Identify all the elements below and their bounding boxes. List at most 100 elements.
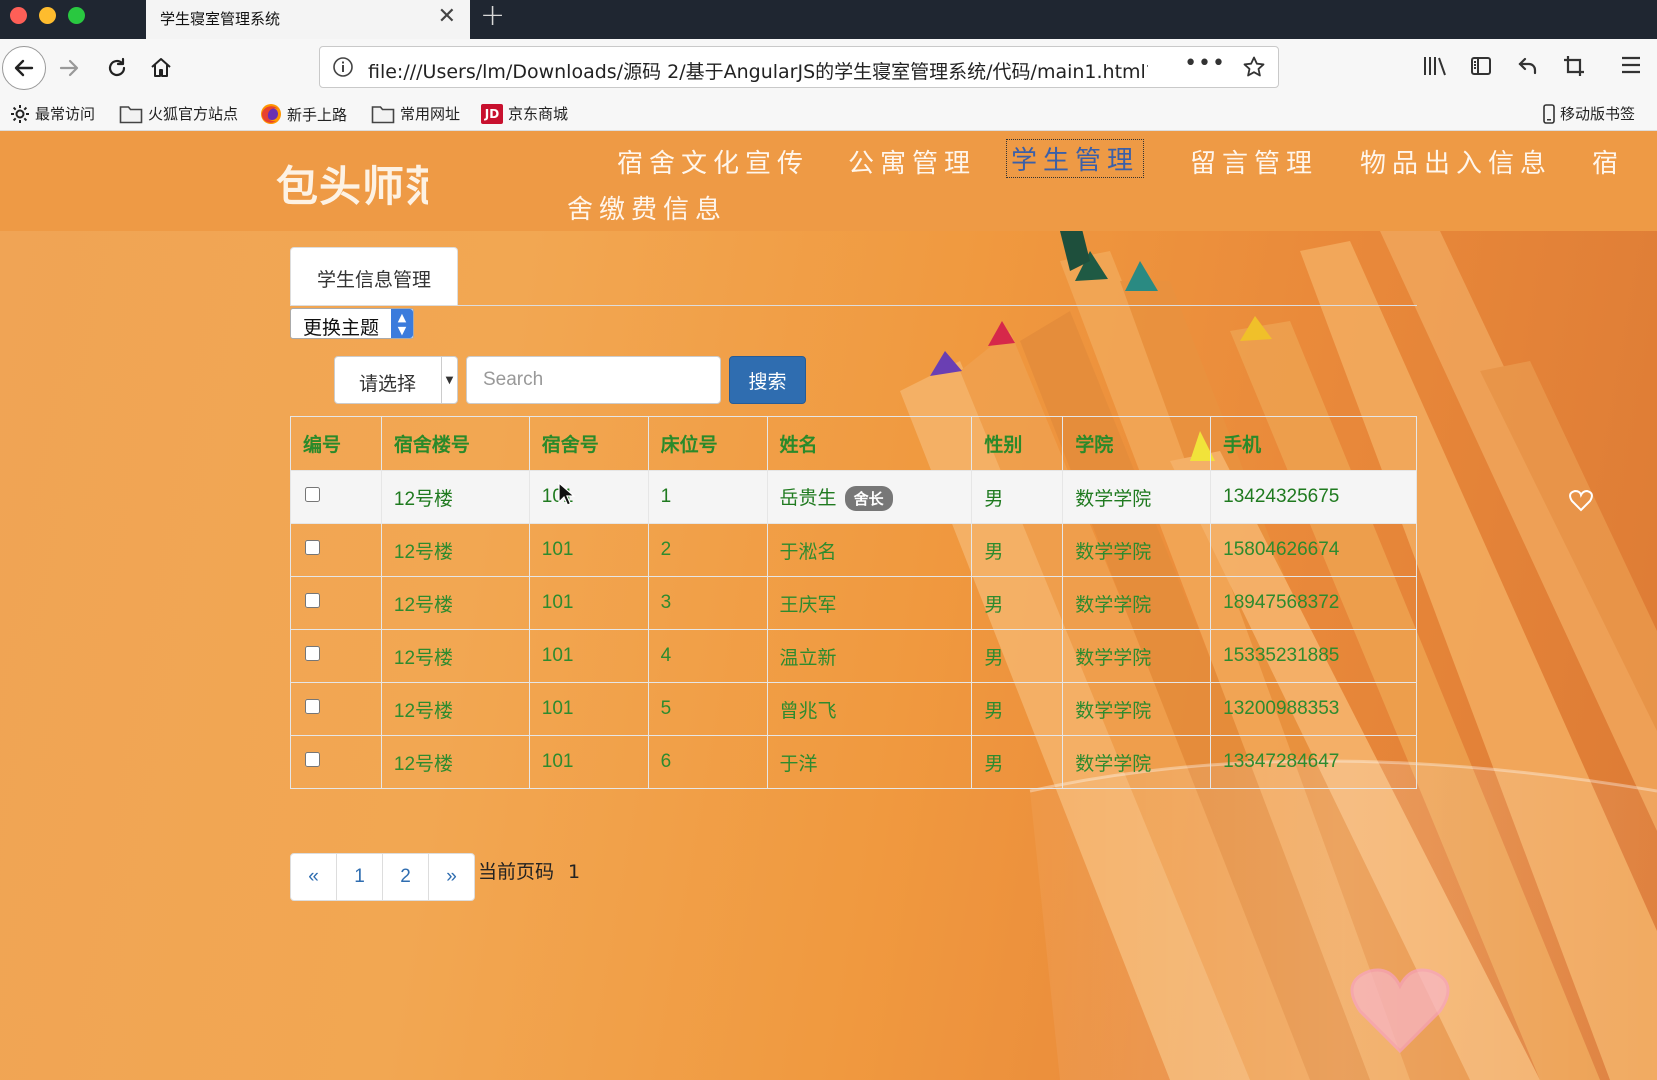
pagination: « 1 2 » [290, 853, 475, 901]
reload-button[interactable] [98, 49, 136, 87]
building-cell: 12号楼 [380, 629, 530, 683]
menu-item-dorm-fees-part1[interactable]: 宿 [1592, 143, 1624, 180]
forward-button[interactable] [50, 49, 88, 87]
mobile-bookmarks[interactable]: 移动版书签 [1543, 103, 1635, 124]
current-page-label: 当前页码 [478, 861, 555, 883]
building-cell: 12号楼 [380, 523, 530, 577]
column-header-id[interactable]: 编号 [290, 416, 382, 471]
browser-tab[interactable]: 学生寝室管理系统 ✕ [146, 0, 470, 39]
new-tab-icon[interactable]: + [480, 0, 505, 33]
tab-student-info-label: 学生信息管理 [316, 269, 431, 291]
site-logo[interactable]: 包头师范 [276, 153, 428, 207]
bookmark-item[interactable]: 常用网址 [371, 103, 460, 124]
undo-icon[interactable] [1516, 54, 1540, 82]
room-cell: 101 [528, 735, 649, 789]
bookmark-item[interactable]: 最常访问 [10, 103, 95, 124]
bed-cell: 1 [647, 470, 768, 524]
column-header-room[interactable]: 宿舍号 [528, 416, 649, 471]
bookmark-item[interactable]: JD 京东商城 [481, 103, 568, 124]
crop-icon[interactable] [1562, 54, 1586, 82]
table-row[interactable]: 12号楼 101 6 于洋 男 数学学院 13347284647 [290, 735, 1417, 789]
bookmark-star-icon[interactable] [1242, 55, 1266, 83]
table-row[interactable]: 12号楼 101 5 曾兆飞 男 数学学院 13200988353 [290, 682, 1417, 736]
pagination-page[interactable]: 1 [336, 853, 383, 901]
table-row[interactable]: 12号楼 101 3 王庆军 男 数学学院 18947568372 [290, 576, 1417, 630]
row-checkbox[interactable] [305, 593, 320, 608]
page-viewport: 包头师范 宿舍文化宣传 公寓管理 学生管理 留言管理 物品出入信息 宿 舍缴费信… [0, 131, 1657, 1080]
pagination-next[interactable]: » [428, 853, 475, 901]
reload-icon [108, 57, 126, 77]
gender-cell: 男 [971, 576, 1064, 630]
bed-cell: 4 [647, 629, 768, 683]
menu-item-goods-in-out[interactable]: 物品出入信息 [1360, 143, 1552, 180]
bookmark-item[interactable]: 新手上路 [260, 103, 347, 125]
more-icon[interactable]: ••• [1184, 51, 1226, 76]
row-checkbox[interactable] [305, 646, 320, 661]
row-checkbox[interactable] [305, 699, 320, 714]
bookmark-item[interactable]: 火狐官方站点 [119, 103, 238, 124]
phone-cell: 13424325675 [1210, 470, 1417, 524]
table-header-row: 编号 宿舍楼号 宿舍号 床位号 姓名 性别 学院 手机 [290, 416, 1417, 471]
menu-icon[interactable] [1620, 54, 1642, 80]
bookmark-label: 最常访问 [35, 105, 96, 123]
college-cell: 数学学院 [1062, 682, 1212, 736]
name-cell: 曾兆飞 [766, 682, 973, 736]
menu-item-apartment[interactable]: 公寓管理 [848, 143, 976, 180]
mouse-cursor-icon [558, 482, 576, 506]
column-header-building[interactable]: 宿舍楼号 [380, 416, 530, 471]
search-button[interactable]: 搜索 [729, 356, 806, 404]
home-button[interactable] [142, 49, 180, 87]
bookmark-label: 常用网址 [400, 105, 461, 123]
row-checkbox[interactable] [305, 540, 320, 555]
menu-item-messages[interactable]: 留言管理 [1190, 143, 1318, 180]
search-input[interactable] [466, 356, 721, 404]
college-cell: 数学学院 [1062, 470, 1212, 524]
table-row[interactable]: 12号楼 101 4 温立新 男 数学学院 15335231885 [290, 629, 1417, 683]
filter-dropdown-label: 请选择 [359, 373, 417, 395]
name-cell: 王庆军 [766, 576, 973, 630]
row-select-cell [290, 682, 382, 736]
sidebar-icon[interactable] [1469, 54, 1493, 82]
tab-student-info[interactable]: 学生信息管理 [290, 247, 458, 306]
current-page-number: 1 [568, 861, 581, 883]
url-bar[interactable]: file:///Users/lm/Downloads/源码 2/基于Angula… [319, 46, 1279, 88]
close-window-button[interactable] [10, 7, 27, 24]
column-header-bed[interactable]: 床位号 [647, 416, 768, 471]
tab-divider [290, 305, 1417, 306]
menu-item-student-management[interactable]: 学生管理 [1006, 139, 1145, 178]
bed-cell: 2 [647, 523, 768, 577]
back-button[interactable] [2, 46, 46, 90]
column-header-name[interactable]: 姓名 [766, 416, 973, 471]
pagination-page[interactable]: 2 [382, 853, 429, 901]
building-cell: 12号楼 [380, 576, 530, 630]
minimize-window-button[interactable] [39, 7, 56, 24]
url-text[interactable]: file:///Users/lm/Downloads/源码 2/基于Angula… [368, 57, 1148, 84]
tab-close-icon[interactable]: ✕ [438, 4, 456, 29]
row-select-cell [290, 470, 382, 524]
info-icon[interactable] [332, 56, 354, 82]
gender-cell: 男 [971, 682, 1064, 736]
column-header-phone[interactable]: 手机 [1210, 416, 1417, 471]
college-cell: 数学学院 [1062, 629, 1212, 683]
theme-select[interactable]: 更换主题 ▲ ▼ [290, 308, 414, 339]
maximize-window-button[interactable] [68, 7, 85, 24]
column-header-college[interactable]: 学院 [1062, 416, 1212, 471]
college-cell: 数学学院 [1062, 576, 1212, 630]
menu-item-dorm-fees-part2[interactable]: 舍缴费信息 [567, 189, 727, 226]
room-cell: 101 [528, 682, 649, 736]
table-row[interactable]: 12号楼 101 2 于淞名 男 数学学院 15804626674 [290, 523, 1417, 577]
row-checkbox[interactable] [305, 487, 320, 502]
firefox-icon [261, 104, 281, 124]
bookmarks-bar: 最常访问 火狐官方站点 新手上路 常用网址 JD 京东商城 移动版书签 [0, 97, 1657, 131]
home-icon [151, 58, 171, 77]
library-icon[interactable] [1422, 54, 1448, 82]
column-header-gender[interactable]: 性别 [971, 416, 1064, 471]
college-cell: 数学学院 [1062, 735, 1212, 789]
table-row[interactable]: 12号楼 101 1 岳贵生 舍长 男 数学学院 13424325675 [290, 470, 1417, 524]
filter-dropdown[interactable]: 请选择 ▼ [334, 356, 458, 404]
row-checkbox[interactable] [305, 752, 320, 767]
mobile-bookmarks-label: 移动版书签 [1560, 105, 1636, 123]
students-table: 编号 宿舍楼号 宿舍号 床位号 姓名 性别 学院 手机 12号楼 101 1 岳… [290, 416, 1417, 789]
menu-item-dorm-culture[interactable]: 宿舍文化宣传 [617, 143, 809, 180]
pagination-prev[interactable]: « [290, 853, 337, 901]
